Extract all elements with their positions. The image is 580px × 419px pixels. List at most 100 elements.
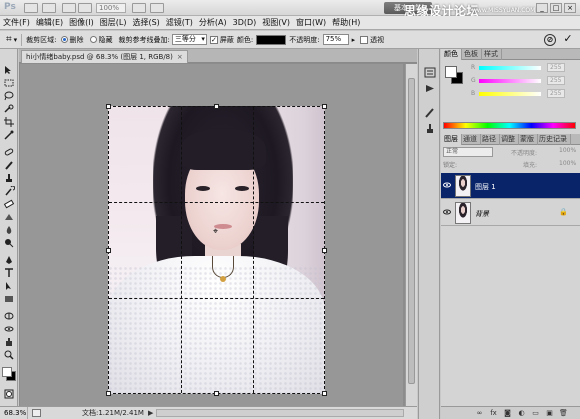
status-zoom[interactable]: 68.3%: [2, 407, 28, 419]
marquee-tool-icon[interactable]: [3, 78, 15, 88]
menu-help[interactable]: 帮助(H): [332, 17, 360, 28]
fx-icon[interactable]: fx: [489, 409, 498, 417]
crop-handle-top-left[interactable]: [106, 104, 111, 109]
menu-analysis[interactable]: 分析(A): [199, 17, 227, 28]
lasso-tool-icon[interactable]: [3, 91, 15, 101]
tab-layers[interactable]: 图层: [441, 134, 462, 145]
actions-panel-icon[interactable]: [424, 83, 436, 94]
blend-mode-select[interactable]: 正常: [443, 147, 493, 157]
menu-filter[interactable]: 滤镜(T): [166, 17, 193, 28]
minibridge-icon[interactable]: [42, 3, 56, 13]
hide-radio[interactable]: [89, 36, 97, 43]
status-menu-arrow-icon[interactable]: ▶: [148, 407, 153, 419]
crop-box[interactable]: [108, 106, 325, 394]
layer-opacity-value[interactable]: 100%: [559, 147, 576, 154]
tab-styles[interactable]: 样式: [481, 49, 502, 60]
crop-tool-icon[interactable]: [3, 117, 15, 127]
commit-crop-icon[interactable]: ✓: [562, 33, 574, 46]
zoom-tool-icon[interactable]: [3, 350, 15, 360]
history-brush-tool-icon[interactable]: [3, 185, 16, 196]
menu-image[interactable]: 图像(I): [69, 17, 94, 28]
shield-checkbox[interactable]: ✓: [209, 35, 218, 44]
crop-tool-icon[interactable]: ⌗: [6, 34, 12, 45]
screen-mode-icon[interactable]: [150, 3, 164, 13]
horizontal-scrollbar[interactable]: [156, 409, 404, 417]
layer-row-layer1[interactable]: 图层 1: [441, 173, 580, 199]
delete-radio[interactable]: [60, 36, 68, 43]
tab-masks[interactable]: 蒙版: [517, 134, 538, 145]
crop-handle-left[interactable]: [106, 248, 111, 253]
tab-color[interactable]: 颜色: [441, 49, 462, 60]
menu-3d[interactable]: 3D(D): [233, 18, 257, 27]
pen-tool-icon[interactable]: [3, 255, 15, 265]
red-value[interactable]: 255: [547, 63, 565, 72]
clone-stamp-tool-icon[interactable]: [3, 173, 15, 183]
cancel-crop-icon[interactable]: ⊘: [544, 34, 556, 46]
visibility-eye-icon[interactable]: [443, 181, 451, 189]
path-selection-tool-icon[interactable]: [3, 281, 15, 291]
menu-view[interactable]: 视图(V): [262, 17, 290, 28]
crop-handle-right[interactable]: [322, 248, 327, 253]
canvas[interactable]: ⌖: [20, 64, 403, 406]
brush-panel-icon[interactable]: [424, 107, 436, 118]
3d-rotate-tool-icon[interactable]: [3, 311, 15, 321]
tab-channels[interactable]: 通道: [460, 134, 481, 145]
quick-mask-icon[interactable]: [3, 389, 15, 399]
crop-center-icon[interactable]: ⌖: [213, 227, 218, 237]
zoom-level-field[interactable]: 100%: [96, 3, 126, 13]
opacity-field[interactable]: 75%: [322, 34, 349, 45]
visibility-eye-icon[interactable]: [443, 208, 451, 216]
view-extras-icon[interactable]: [62, 3, 76, 13]
eraser-tool-icon[interactable]: [3, 199, 15, 209]
crop-handle-bottom[interactable]: [214, 391, 219, 396]
tab-paths[interactable]: 路径: [479, 134, 500, 145]
tool-preset-chevron-icon[interactable]: ▾: [14, 36, 18, 44]
foreground-background-colors[interactable]: [2, 367, 16, 381]
blur-tool-icon[interactable]: [3, 225, 15, 235]
status-info-icon[interactable]: [32, 409, 41, 417]
green-slider[interactable]: [479, 79, 541, 83]
clone-source-panel-icon[interactable]: [424, 123, 436, 134]
new-layer-icon[interactable]: ▣: [545, 409, 554, 417]
perspective-checkbox[interactable]: [360, 35, 369, 44]
crop-handle-bottom-right[interactable]: [322, 391, 327, 396]
hand-icon[interactable]: [78, 3, 92, 13]
gradient-tool-icon[interactable]: [3, 212, 15, 222]
vertical-scroll-thumb[interactable]: [408, 78, 415, 384]
maximize-button[interactable]: □: [550, 3, 562, 13]
crop-handle-bottom-left[interactable]: [106, 391, 111, 396]
close-button[interactable]: ×: [564, 3, 576, 13]
red-slider[interactable]: [479, 66, 541, 70]
delete-layer-icon[interactable]: 🗑: [559, 409, 568, 417]
document-tab[interactable]: hi小情绪baby.psd @ 68.3% (图层 1, RGB/8) ×: [21, 50, 188, 63]
3d-camera-tool-icon[interactable]: [3, 324, 15, 334]
tab-adjustments[interactable]: 调整: [498, 134, 519, 145]
menu-file[interactable]: 文件(F): [3, 17, 30, 28]
adjustment-layer-icon[interactable]: ◐: [517, 409, 526, 417]
menu-layer[interactable]: 图层(L): [100, 17, 127, 28]
brush-tool-icon[interactable]: [3, 160, 15, 170]
close-document-icon[interactable]: ×: [177, 53, 183, 61]
menu-window[interactable]: 窗口(W): [296, 17, 326, 28]
history-panel-icon[interactable]: [424, 67, 436, 78]
foreground-color-swatch[interactable]: [2, 367, 12, 377]
shield-color-swatch[interactable]: [256, 34, 287, 45]
move-tool-icon[interactable]: [3, 65, 15, 75]
layer-row-background[interactable]: 背景 🔒: [441, 200, 580, 226]
arrange-documents-icon[interactable]: [132, 3, 146, 13]
blue-value[interactable]: 255: [547, 89, 565, 98]
overlay-select[interactable]: 三等分: [171, 34, 207, 45]
type-tool-icon[interactable]: [3, 268, 15, 278]
fill-value[interactable]: 100%: [559, 160, 576, 167]
dodge-tool-icon[interactable]: [3, 238, 15, 248]
rectangle-tool-icon[interactable]: [3, 294, 15, 304]
hand-tool-icon[interactable]: [3, 337, 15, 347]
healing-brush-tool-icon[interactable]: [3, 147, 15, 157]
green-value[interactable]: 255: [547, 76, 565, 85]
tab-swatches[interactable]: 色板: [461, 49, 482, 60]
blue-slider[interactable]: [479, 92, 541, 96]
bridge-icon[interactable]: [24, 3, 38, 13]
crop-handle-top[interactable]: [214, 104, 219, 109]
link-layers-icon[interactable]: ∞: [475, 409, 484, 417]
panel-foreground-color[interactable]: [445, 66, 457, 78]
